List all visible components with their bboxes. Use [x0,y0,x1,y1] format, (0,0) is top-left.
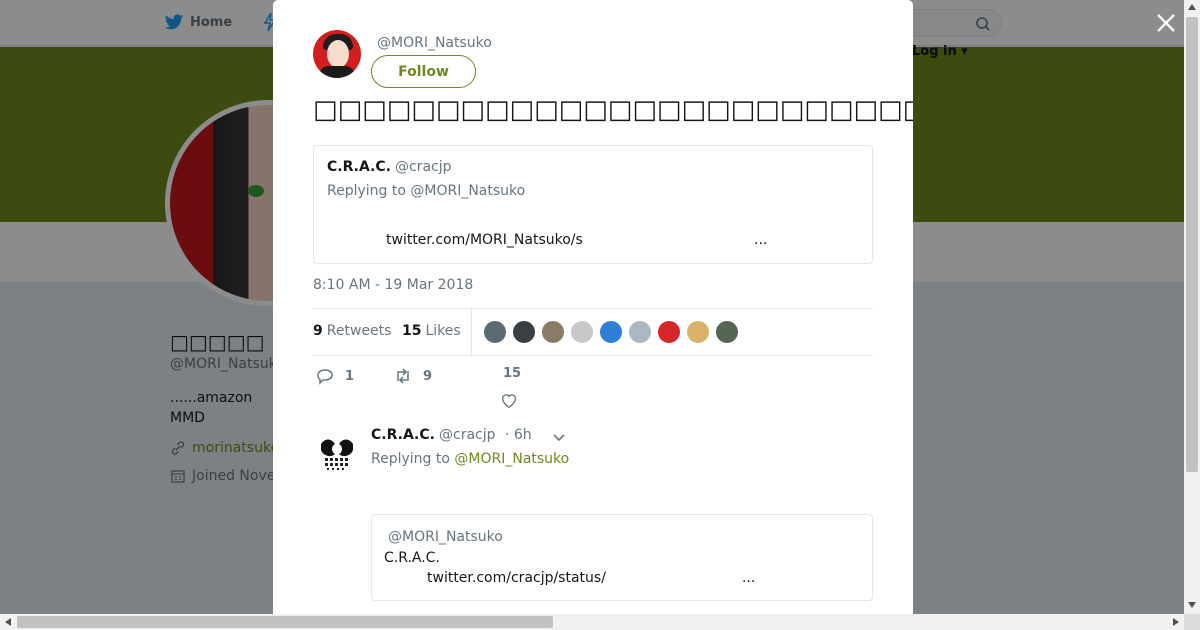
quoted-tweet-replying-to: Replying to @MORI_Natsuko [327,183,526,199]
reply-author-avatar[interactable] [313,430,361,478]
reply-quote-ellipsis: ... [742,570,756,586]
quoted-tweet-ellipsis: ... [754,232,768,248]
tweet-author-avatar[interactable] [313,30,361,78]
scrollbar-corner [1184,614,1200,630]
scroll-down-arrow-icon[interactable] [1188,602,1196,608]
reply-replying-to: Replying to @MORI_Natsuko [371,451,570,467]
heart-icon[interactable] [500,392,518,410]
vertical-scrollbar-thumb[interactable] [1186,17,1198,472]
scroll-right-arrow-icon[interactable] [1173,618,1179,626]
quoted-tweet-name: C.R.A.C. [327,159,391,175]
likers-avatars [483,320,739,344]
liker-avatar[interactable] [657,320,681,344]
reply-mention-link[interactable]: @MORI_Natsuko [454,451,569,467]
retweet-button[interactable]: 9 [393,366,432,386]
stats-divider [471,309,472,355]
likes-stat[interactable]: 15 Likes [402,323,461,339]
quoted-tweet-link[interactable]: twitter.com/MORI_Natsuko/s [386,232,583,248]
tweet-text: □□□□□□□□□□□□□□□□□□□□□□□□□□□□□□C.R.A.C.□□… [313,95,913,125]
scroll-up-arrow-icon[interactable] [1188,4,1196,10]
retweet-icon [397,368,409,384]
scroll-left-arrow-icon[interactable] [5,618,11,626]
reply-quote-handle: @MORI_Natsuko [388,529,503,545]
tweet-actions: 1 9 15 [313,366,873,410]
reply-quoted-tweet[interactable]: @MORI_Natsuko C.R.A.C. twitter.com/cracj… [371,514,873,601]
like-count[interactable]: 15 [503,366,521,381]
quoted-tweet[interactable]: C.R.A.C. @cracjp Replying to @MORI_Natsu… [313,145,873,264]
liker-avatar[interactable] [628,320,652,344]
tweet-timestamp[interactable]: 8:10 AM - 19 Mar 2018 [313,277,473,293]
tweet-modal: @MORI_Natsuko Follow □□□□□□□□□□□□□□□□□□□… [273,0,913,614]
reply-button[interactable]: 1 [315,366,354,386]
follow-button[interactable]: Follow [371,55,476,88]
tweet-author-handle[interactable]: @MORI_Natsuko [377,35,492,51]
reply-icon [317,369,333,385]
retweets-stat[interactable]: 9 Retweets [313,323,391,339]
tweet-stats: 9 Retweets 15 Likes [313,308,873,356]
chevron-down-icon[interactable] [552,430,566,444]
horizontal-scrollbar-thumb[interactable] [17,616,553,628]
crac-logo-icon [321,439,353,470]
close-icon[interactable] [1155,12,1177,34]
liker-avatar[interactable] [483,320,507,344]
reply-author-handle[interactable]: @cracjp [439,427,496,443]
liker-avatar[interactable] [541,320,565,344]
liker-avatar[interactable] [599,320,623,344]
liker-avatar[interactable] [686,320,710,344]
reply-quote-link[interactable]: twitter.com/cracjp/status/ [427,570,606,586]
liker-avatar[interactable] [570,320,594,344]
reply-quote-name: C.R.A.C. [384,550,440,566]
reply-author-name[interactable]: C.R.A.C. [371,427,435,443]
liker-avatar[interactable] [715,320,739,344]
liker-avatar[interactable] [512,320,536,344]
reply-time[interactable]: · 6h [505,427,532,443]
quoted-tweet-handle: @cracjp [395,159,452,175]
